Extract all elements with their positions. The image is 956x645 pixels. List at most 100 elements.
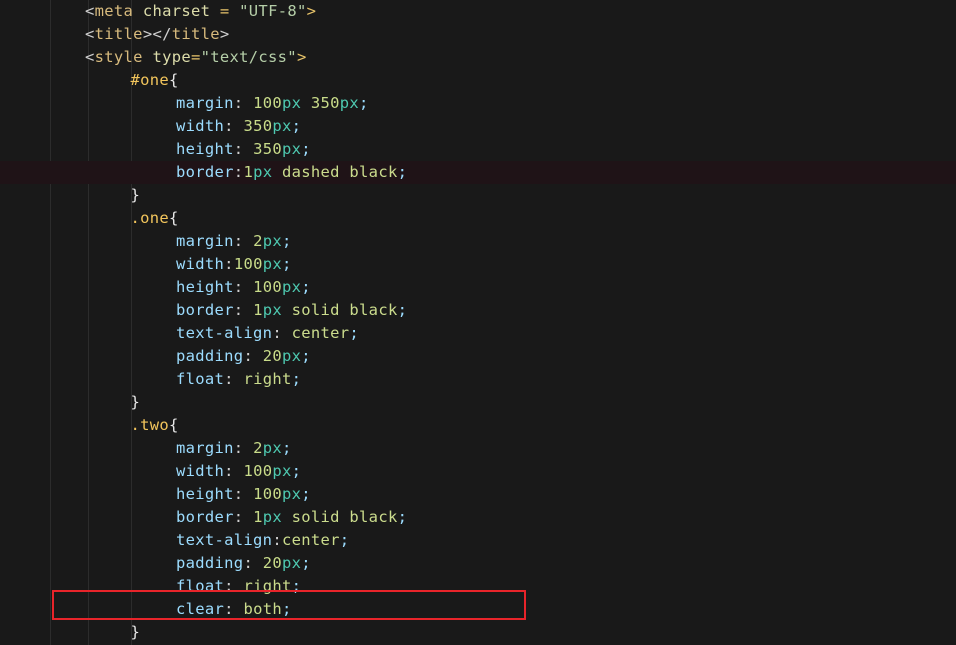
code-line-text: .one{	[0, 207, 956, 230]
code-token: {	[169, 416, 179, 434]
code-token: padding	[176, 554, 244, 572]
code-token: px	[272, 462, 292, 480]
code-line[interactable]: .one{	[0, 207, 956, 230]
code-token: :	[272, 531, 282, 549]
code-token: 100	[233, 255, 263, 273]
code-line[interactable]: }	[0, 184, 956, 207]
code-token: center	[291, 324, 350, 342]
code-line[interactable]: text-align:center;	[0, 529, 956, 552]
code-line[interactable]: height: 100px;	[0, 483, 956, 506]
code-token: {	[169, 209, 179, 227]
code-line[interactable]: height: 350px;	[0, 138, 956, 161]
code-line[interactable]: text-align: center;	[0, 322, 956, 345]
code-token: text-align	[176, 531, 273, 549]
code-token: px	[281, 485, 302, 503]
code-token: :	[224, 577, 244, 595]
code-line[interactable]: float: right;	[0, 368, 956, 391]
code-token: "UTF-8"	[239, 2, 307, 20]
code-token: px	[262, 232, 282, 250]
code-token: 20	[262, 347, 282, 365]
code-token: :	[224, 600, 244, 618]
code-token: .two	[130, 416, 170, 434]
code-token: 2	[253, 232, 263, 250]
code-line[interactable]: border:1px dashed black;	[0, 161, 956, 184]
code-line-text: height: 100px;	[0, 276, 956, 299]
code-token: :	[233, 508, 254, 526]
code-line[interactable]: float: right;	[0, 575, 956, 598]
code-line[interactable]: border: 1px solid black;	[0, 299, 956, 322]
code-line[interactable]: <style type="text/css">	[0, 46, 956, 69]
code-line-text: height: 350px;	[0, 138, 956, 161]
code-token: <	[85, 2, 95, 20]
code-line-text: text-align:center;	[0, 529, 956, 552]
code-line[interactable]: margin: 2px;	[0, 437, 956, 460]
code-token: float	[176, 577, 225, 595]
code-token: width	[176, 462, 225, 480]
code-line[interactable]: <title></title>	[0, 23, 956, 46]
code-token: ></	[142, 25, 172, 43]
code-token: margin	[176, 232, 234, 250]
code-line[interactable]: }	[0, 391, 956, 414]
code-token: border	[176, 301, 234, 319]
code-token: ;	[291, 462, 302, 480]
code-token: :	[233, 140, 254, 158]
code-line[interactable]: width:100px;	[0, 253, 956, 276]
code-token: px	[281, 347, 302, 365]
code-token: ;	[281, 232, 292, 250]
code-token: px	[281, 140, 302, 158]
code-line-text: border: 1px solid black;	[0, 506, 956, 529]
code-token: ;	[291, 370, 302, 388]
code-token: height	[176, 140, 234, 158]
code-token: px	[272, 117, 292, 135]
code-token: border	[176, 163, 234, 181]
code-token: <	[85, 48, 95, 66]
code-token: :	[243, 554, 263, 572]
code-token: dashed	[281, 163, 340, 181]
code-line[interactable]: height: 100px;	[0, 276, 956, 299]
code-token: px	[281, 554, 302, 572]
code-token: =	[190, 48, 201, 66]
code-line[interactable]: #one{	[0, 69, 956, 92]
code-line[interactable]: padding: 20px;	[0, 345, 956, 368]
code-line[interactable]: padding: 20px;	[0, 552, 956, 575]
code-line[interactable]: <meta charset = "UTF-8">	[0, 0, 956, 23]
code-token: width	[176, 255, 225, 273]
code-editor[interactable]: <meta charset = "UTF-8"> <title></title> <…	[0, 0, 956, 645]
code-line-text: padding: 20px;	[0, 345, 956, 368]
code-line[interactable]: border: 1px solid black;	[0, 506, 956, 529]
code-line[interactable]: margin: 2px;	[0, 230, 956, 253]
code-token: #one	[130, 71, 170, 89]
code-token: ;	[349, 324, 360, 342]
code-token: 1	[253, 301, 263, 319]
code-line[interactable]: width: 100px;	[0, 460, 956, 483]
code-token: 350	[253, 140, 282, 158]
code-line-text: text-align: center;	[0, 322, 956, 345]
code-token: solid	[291, 301, 340, 319]
code-token: 350	[310, 94, 340, 112]
code-line[interactable]: margin: 100px 350px;	[0, 92, 956, 115]
code-token: :	[233, 301, 254, 319]
code-line-text: margin: 2px;	[0, 230, 956, 253]
code-token: ;	[359, 94, 369, 112]
code-token: <	[85, 25, 95, 43]
code-line[interactable]: }	[0, 621, 956, 644]
code-line-text: padding: 20px;	[0, 552, 956, 575]
code-token: px	[281, 278, 302, 296]
code-token: text-align	[176, 324, 273, 342]
code-line-text: width: 350px;	[0, 115, 956, 138]
code-token: ;	[397, 508, 408, 526]
code-content[interactable]: <meta charset = "UTF-8"> <title></title> <…	[0, 0, 956, 645]
code-line-text: <meta charset = "UTF-8">	[0, 0, 956, 23]
code-token: .one	[130, 209, 170, 227]
code-token: :	[233, 232, 254, 250]
code-line[interactable]: width: 350px;	[0, 115, 956, 138]
code-line[interactable]: .two{	[0, 414, 956, 437]
code-token: ;	[397, 163, 408, 181]
code-token: >	[296, 48, 307, 66]
code-line[interactable]: clear: both;	[0, 598, 956, 621]
code-token: right	[243, 370, 292, 388]
